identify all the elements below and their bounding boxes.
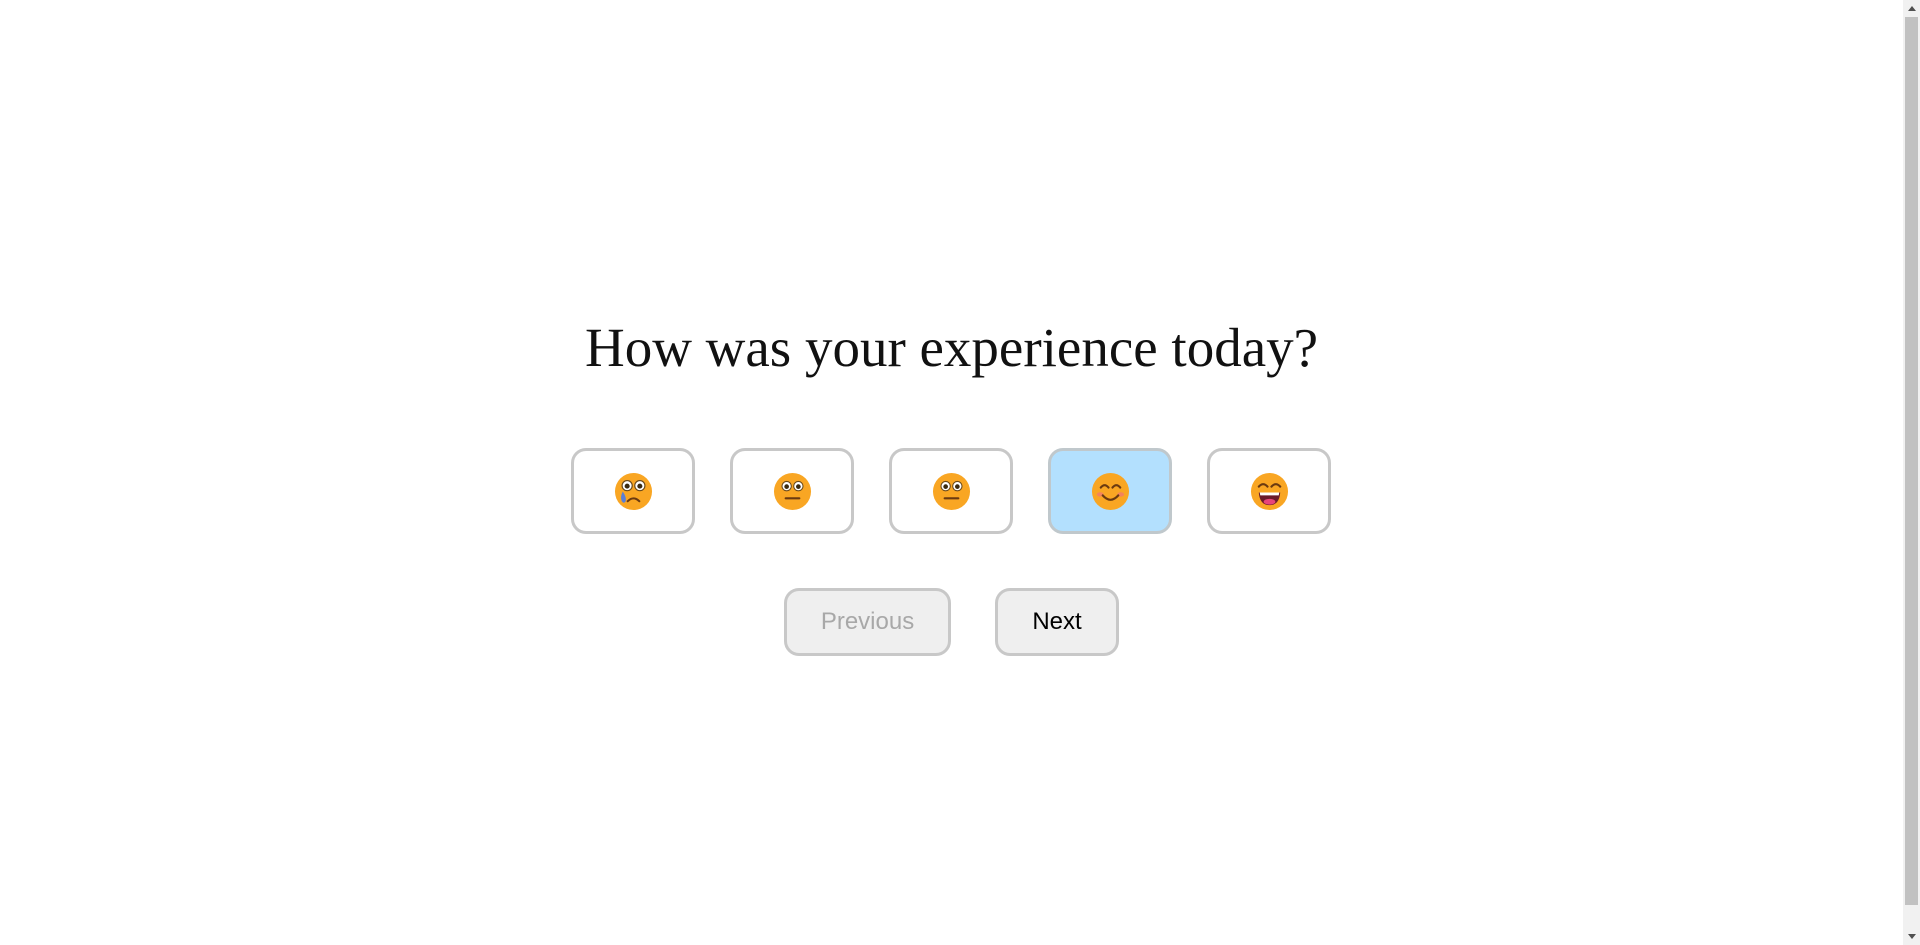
scroll-down-icon[interactable] [1903, 928, 1920, 945]
neutral-face-icon [773, 472, 811, 510]
scroll-up-icon[interactable] [1903, 0, 1920, 17]
next-button[interactable]: Next [995, 588, 1119, 656]
rating-option-2[interactable] [730, 448, 854, 534]
scroll-thumb[interactable] [1905, 17, 1918, 905]
grinning-face-icon [1250, 472, 1288, 510]
smiling-face-icon [1091, 472, 1129, 510]
rating-option-4[interactable] [1048, 448, 1172, 534]
rating-options [571, 448, 1331, 534]
rating-option-5[interactable] [1207, 448, 1331, 534]
navigation-bar: Previous Next [0, 588, 1903, 656]
rating-option-1[interactable] [571, 448, 695, 534]
rating-option-3[interactable] [889, 448, 1013, 534]
survey-page: How was your experience today? Previous … [0, 0, 1903, 945]
crying-face-icon [614, 472, 652, 510]
previous-button[interactable]: Previous [784, 588, 951, 656]
question-heading: How was your experience today? [584, 317, 1319, 378]
neutral-face-icon [932, 472, 970, 510]
vertical-scrollbar[interactable] [1903, 0, 1920, 945]
